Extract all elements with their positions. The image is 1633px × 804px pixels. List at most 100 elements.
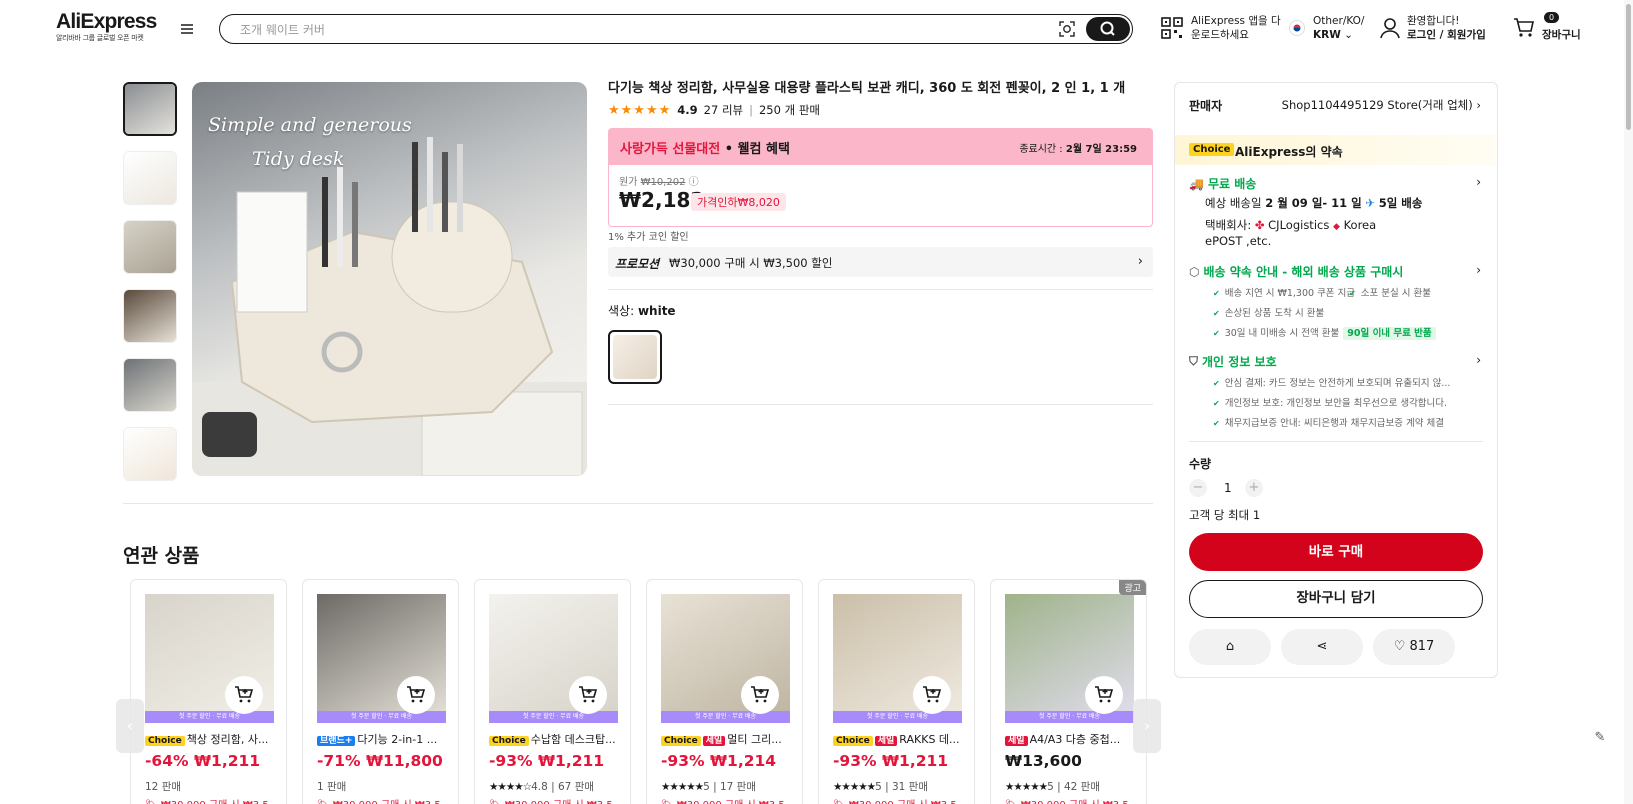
related-product-card[interactable]: 첫 주문 할인 · 무료 배송 Choice 책상 정리함, 사... -64% ₩1… [130,579,287,804]
discount-percent: -93% [489,752,538,770]
related-product-card[interactable]: 첫 주문 할인 · 무료 배송 Choice 세일 RAKKS 데... -93% ₩1… [818,579,975,804]
eta-days: 5일 배송 [1378,196,1423,210]
promo-text: 🏷 ₩30,000 구매 시 ₩3,5 [661,796,785,804]
login-signup-link[interactable]: 로그인 / 회원가입 [1407,29,1486,41]
menu-icon[interactable] [181,24,193,34]
rating-row[interactable]: ★★★★★ 4.9 27 리뷰 | 250 개 판매 [608,102,820,118]
page-scrollbar[interactable] [1624,0,1633,804]
sale-end-label: 종료시간 : [1019,144,1063,155]
sold-text: 12 판매 [145,781,182,793]
delivery-promise-header[interactable]: ⬡ 배송 약속 안내 - 해외 배송 상품 구매시 [1189,263,1403,280]
carousel-prev-button[interactable]: ‹ [116,699,144,753]
quantity-decrease-button[interactable]: − [1189,479,1207,497]
thumbnail-4[interactable] [123,289,177,343]
search-input[interactable]: 조개 웨이트 커버 [240,21,325,38]
chevron-right-icon[interactable]: › [1476,353,1481,367]
carrier-line: 택배회사: ✤ CJLogistics ◆ Korea [1205,217,1376,233]
app-download-link[interactable]: AliExpress 앱을 다 운로드하세요 [1161,14,1281,42]
discount-percent: -93% [833,752,882,770]
quantity-increase-button[interactable]: + [1245,479,1263,497]
related-product-card[interactable]: 첫 주문 할인 · 무료 배송 브랜드+ 다기능 2-in-1 ... -71% ₩1… [302,579,459,804]
thumbnail-5[interactable] [123,358,177,412]
promotion-row[interactable]: 프로모션 ₩30,000 구매 시 ₩3,500 할인 › [608,247,1153,277]
info-icon[interactable]: ⓘ [689,177,699,188]
carousel-next-button[interactable]: › [1133,699,1161,753]
purchase-panel: 판매자 Shop1104495129 Store(거래 업체) › Choice… [1174,82,1498,678]
related-product-card[interactable]: 첫 주문 할인 · 무료 배송 Choice 수납함 데스크탑... -93% ₩1,… [474,579,631,804]
sold-count: ★★★★★5 | 42 판매 [1005,779,1100,794]
free-shipping-header[interactable]: 🚚 무료 배송 [1189,175,1256,192]
add-to-cart-icon[interactable] [569,676,607,714]
region-selector[interactable]: Other/KO/ KRW ⌄ [1289,14,1364,42]
add-to-cart-icon[interactable] [913,676,951,714]
product-tag: 브랜드+ [317,736,356,746]
chevron-right-icon: › [1476,98,1481,112]
product-tag: Choice [145,736,185,746]
add-to-cart-icon[interactable] [397,676,435,714]
carrier-3: ePOST ,etc. [1205,234,1272,248]
thumbnail-1[interactable] [123,82,177,136]
thumbnail-3[interactable] [123,220,177,274]
search-bar[interactable]: 조개 웨이트 커버 [219,14,1133,44]
chevron-right-icon[interactable]: › [1476,175,1481,189]
color-label: 색상: white [608,302,676,319]
store-button[interactable]: ⌂ [1189,629,1271,665]
sold-count: 12 판매 [145,779,181,794]
color-swatch-white[interactable] [608,330,662,384]
wishlist-button[interactable]: ♡ 817 [1373,629,1455,665]
seller-store-link[interactable]: Shop1104495129 Store(거래 업체) › [1282,97,1481,113]
divider [608,289,1153,290]
star-rating-icon: ★★★★★ [1005,781,1048,793]
related-product-card[interactable]: 첫 주문 할인 · 무료 배송 Choice 세일 멀티 그리... -93% ₩1,2… [646,579,803,804]
product-name[interactable]: 브랜드+ 다기능 2-in-1 ... [317,731,449,747]
product-price: -93% ₩1,211 [489,752,604,770]
privacy-header[interactable]: ⛉ 개인 정보 보호 [1189,353,1277,370]
product-price: -64% ₩1,211 [145,752,260,770]
thumbnail-6[interactable] [123,427,177,481]
sold-text: 42 판매 [1063,781,1101,793]
seller-name: Shop1104495129 Store(거래 업체) [1281,98,1473,112]
product-name[interactable]: 세일 A4/A3 다층 중첩... [1005,731,1137,747]
review-count[interactable]: 27 리뷰 [704,102,743,118]
main-product-image[interactable]: Simple and generous Tidy desk [192,82,587,476]
product-tag: 세일 [1005,736,1028,746]
region-line-1: Other/KO/ [1313,15,1365,27]
product-name[interactable]: Choice 세일 RAKKS 데... [833,731,965,747]
price-value: ₩1,214 [709,752,777,770]
quantity-value[interactable]: 1 [1224,481,1232,495]
product-name-text: 수납함 데스크탑... [530,733,616,746]
star-rating-icon: ★★★★☆ [489,781,532,793]
add-to-cart-icon[interactable] [225,676,263,714]
product-name[interactable]: Choice 수납함 데스크탑... [489,731,621,747]
carrier-2: Korea [1343,218,1377,232]
buy-now-button[interactable]: 바로 구매 [1189,533,1483,571]
delivery-item-1: 배송 지연 시 ₩1,300 쿠폰 지급 [1213,285,1355,299]
star-rating-icon: ★★★★★ [661,781,704,793]
original-price-value: ₩10,202 [640,177,686,188]
related-product-card[interactable]: 첫 주문 할인 · 무료 배송 광고 세일 A4/A3 다층 중첩... ₩13,600… [990,579,1147,804]
promo-text: 🏷 ₩30,000 구매 시 ₩3,5 [833,796,957,804]
shield-check-icon: ⛉ [1189,354,1199,368]
promo-band: 첫 주문 할인 · 무료 배송 [145,711,274,723]
aliexpress-logo[interactable]: AliExpress 알리바바 그룹 글로벌 오픈 마켓 [56,11,166,43]
share-icon: ⋖ [1316,639,1328,654]
add-to-cart-icon[interactable] [741,676,779,714]
edit-icon[interactable]: ✎ [1589,730,1611,752]
promo-text: 🏷 ₩30,000 구매 시 ₩3,5 [489,796,613,804]
discount-percent: -93% [661,752,710,770]
sold-count: 250 개 판매 [758,103,820,117]
product-name[interactable]: Choice 세일 멀티 그리... [661,731,793,747]
promo-band: 첫 주문 할인 · 무료 배송 [1005,711,1134,723]
product-title: 다기능 책상 정리함, 사무실용 대용량 플라스틱 보관 캐디, 360 도 회… [608,81,1126,96]
product-name[interactable]: Choice 책상 정리함, 사... [145,731,277,747]
image-caption-2: Tidy desk [252,148,345,170]
thumbnail-2[interactable] [123,151,177,205]
search-button[interactable] [1086,17,1130,41]
image-search-icon[interactable] [1058,20,1076,38]
add-to-cart-icon[interactable] [1085,676,1123,714]
add-to-cart-button[interactable]: 장바구니 담기 [1189,580,1483,618]
account-menu[interactable]: 환영합니다! 로그인 / 회원가입 [1380,14,1486,42]
qr-code-icon [1161,17,1183,39]
chevron-right-icon[interactable]: › [1476,263,1481,277]
share-button[interactable]: ⋖ [1281,629,1363,665]
